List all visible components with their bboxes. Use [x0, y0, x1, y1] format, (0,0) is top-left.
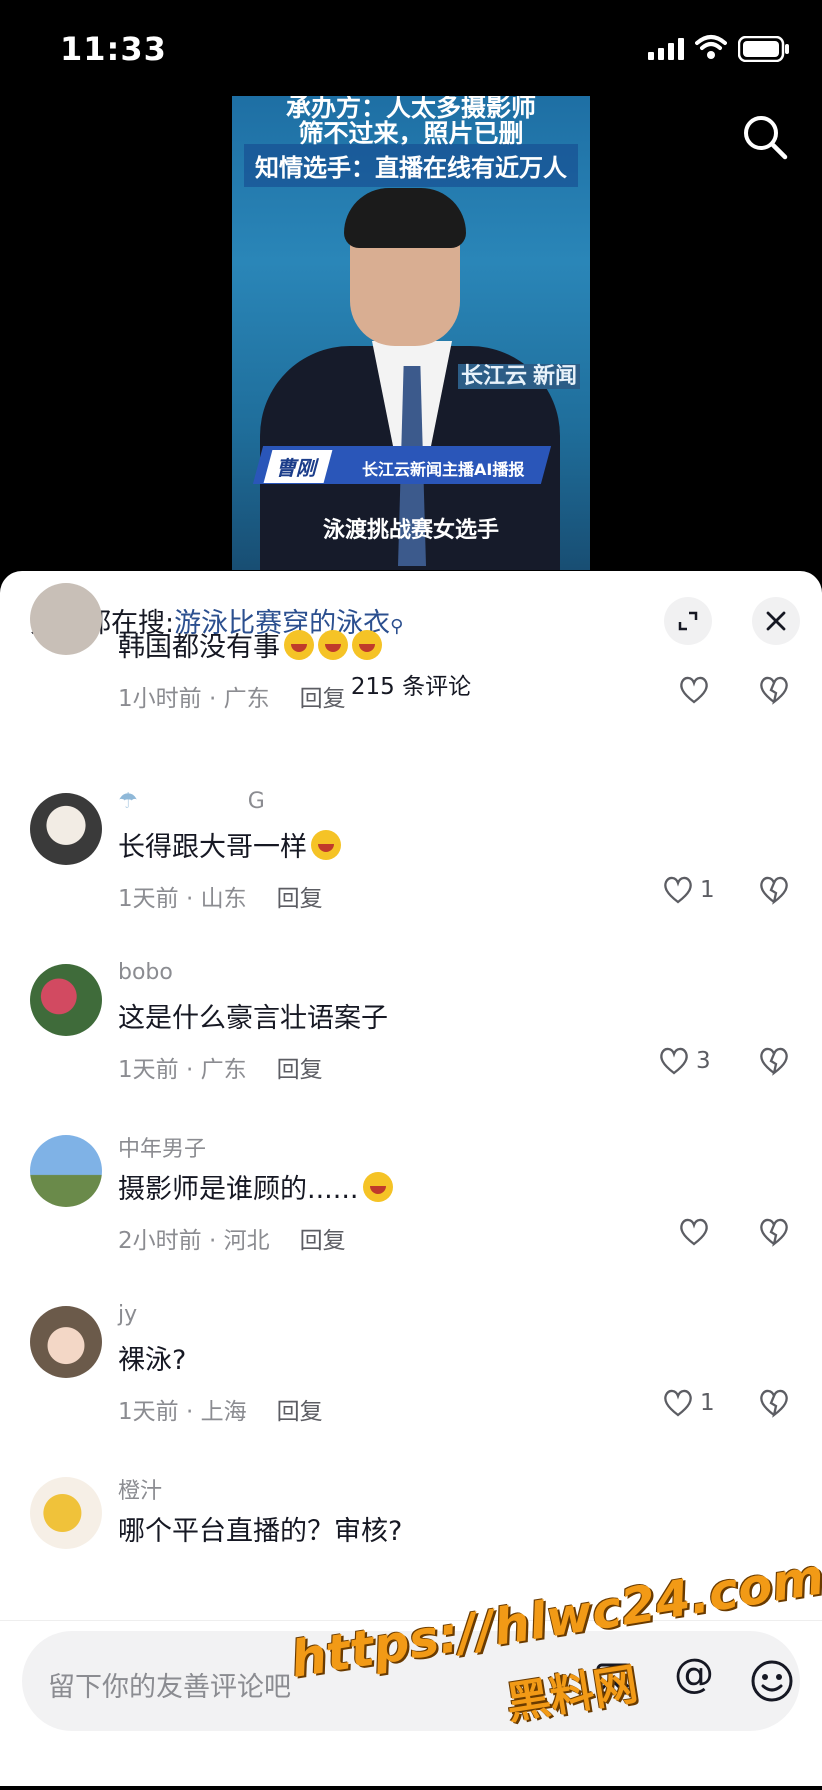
comment-time: 1小时前 · 广东	[118, 686, 270, 712]
status-time: 11:33	[60, 30, 167, 68]
username[interactable]: ☂ G	[118, 789, 265, 814]
comment-text-content: 长得跟大哥一样	[118, 832, 307, 863]
reply-button[interactable]: 回复	[277, 886, 323, 912]
like-button[interactable]: 1	[662, 875, 715, 905]
heart-icon	[680, 676, 708, 704]
video-subtitle: 泳渡挑战赛女选手	[322, 518, 499, 543]
reply-button[interactable]: 回复	[277, 1057, 323, 1083]
comment-item: bobo 这是什么豪言壮语案子 1天前 · 广东 回复 3	[0, 960, 822, 1138]
avatar[interactable]	[30, 793, 102, 865]
comment-text: 哪个平台直播的？审核?	[118, 1516, 403, 1547]
channel-logo: 长江云 新闻	[458, 358, 581, 390]
battery-icon	[738, 36, 789, 62]
channel-logo-badge: 新闻	[530, 364, 581, 389]
like-count: 1	[700, 877, 715, 903]
like-count: 3	[696, 1048, 711, 1074]
comment-text: 裸泳?	[118, 1345, 187, 1376]
username[interactable]: bobo	[118, 960, 173, 985]
username-text: G	[247, 789, 265, 814]
comment-text: 长得跟大哥一样	[118, 825, 341, 864]
cellular-signal-icon	[648, 38, 684, 60]
channel-logo-text: 长江云	[458, 364, 531, 389]
avatar[interactable]	[30, 1477, 102, 1549]
reply-button[interactable]: 回复	[300, 686, 346, 712]
comment-item: 中年男子 摄影师是谁顾的...... 2小时前 · 河北 回复	[0, 1135, 822, 1309]
dislike-button[interactable]	[758, 1217, 790, 1247]
laughing-emoji-icon	[284, 630, 314, 660]
anchor-hair	[344, 188, 466, 248]
comment-meta: 2小时前 · 河北 回复	[118, 1221, 346, 1255]
laughing-emoji-icon	[318, 630, 348, 660]
comment-meta: 1天前 · 山东 回复	[118, 879, 323, 913]
comment-input-placeholder: 留下你的友善评论吧	[48, 1672, 291, 1703]
dislike-button[interactable]	[758, 1046, 790, 1076]
like-button[interactable]	[678, 675, 716, 705]
comment-item: ☂ G 长得跟大哥一样 1天前 · 山东 回复 1	[0, 789, 822, 967]
comment-text: 韩国都没有事	[118, 625, 382, 664]
status-bar: 11:33	[0, 0, 822, 96]
heart-icon	[664, 1389, 692, 1417]
comment-meta: 1天前 · 广东 回复	[118, 1050, 323, 1084]
comment-item: jy 裸泳? 1天前 · 上海 回复 1	[0, 1302, 822, 1480]
avatar[interactable]	[30, 964, 102, 1036]
like-button[interactable]	[678, 1217, 716, 1247]
comment-time: 1天前 · 山东	[118, 886, 247, 912]
weather-emoji-icon: ☂	[118, 789, 138, 814]
anchor-name: 曹刚	[263, 450, 333, 483]
laughing-emoji-icon	[352, 630, 382, 660]
heart-icon	[680, 1218, 708, 1246]
comment-item: 韩国都没有事 1小时前 · 广东 回复	[0, 583, 822, 801]
watermark-brand: 黑料网	[502, 1658, 642, 1730]
comment-text-content: 韩国都没有事	[118, 632, 280, 663]
heart-icon	[664, 876, 692, 904]
comment-time: 1天前 · 广东	[118, 1057, 247, 1083]
username[interactable]: 中年男子	[118, 1131, 206, 1163]
comment-meta: 1天前 · 上海 回复	[118, 1392, 323, 1426]
comment-text-content: 摄影师是谁顾的......	[118, 1174, 359, 1205]
comment-meta: 1小时前 · 广东 回复	[118, 679, 346, 713]
laughing-emoji-icon	[311, 830, 341, 860]
comment-text: 这是什么豪言壮语案子	[118, 1003, 388, 1034]
like-button[interactable]: 1	[662, 1388, 715, 1418]
anchor-title: 长江云新闻主播AI播报	[362, 460, 525, 479]
grinning-emoji-icon	[362, 1172, 393, 1202]
close-icon	[766, 611, 786, 631]
username[interactable]: jy	[118, 1302, 137, 1327]
reply-button[interactable]: 回复	[300, 1228, 346, 1254]
comment-time: 1天前 · 上海	[118, 1399, 247, 1425]
search-icon[interactable]	[742, 114, 788, 160]
expand-icon	[678, 611, 698, 631]
reply-button[interactable]: 回复	[277, 1399, 323, 1425]
avatar[interactable]	[30, 583, 102, 655]
like-button[interactable]: 3	[658, 1046, 711, 1076]
dislike-button[interactable]	[758, 1388, 790, 1418]
dislike-button[interactable]	[758, 875, 790, 905]
video-player[interactable]: 承办方：人太多摄影师 筛不过来，照片已删 知情选手：直播在线有近万人 长江云 新闻…	[232, 96, 590, 570]
video-headline-line3: 知情选手：直播在线有近万人	[244, 144, 578, 187]
avatar[interactable]	[30, 1306, 102, 1378]
dislike-button[interactable]	[758, 675, 790, 705]
wifi-icon	[695, 35, 727, 59]
heart-icon	[660, 1047, 688, 1075]
like-count: 1	[700, 1390, 715, 1416]
comment-text: 摄影师是谁顾的......	[118, 1167, 393, 1206]
username[interactable]: 橙汁	[118, 1473, 162, 1505]
avatar[interactable]	[30, 1135, 102, 1207]
comment-time: 2小时前 · 河北	[118, 1228, 270, 1254]
